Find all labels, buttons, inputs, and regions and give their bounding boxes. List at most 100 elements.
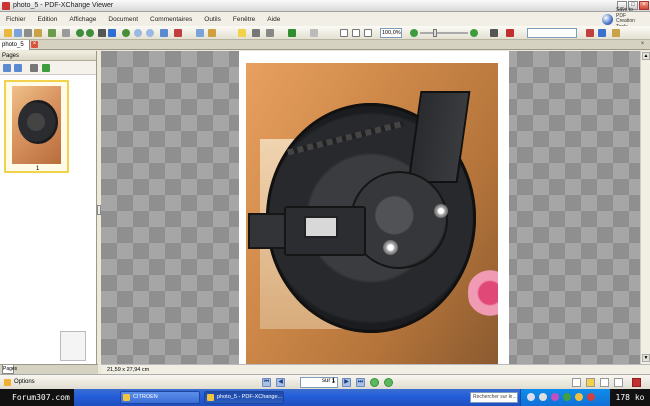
fit-width-icon[interactable]	[352, 29, 360, 37]
scroll-down-icon[interactable]: ▼	[642, 354, 650, 362]
menu-fichier[interactable]: Fichier	[6, 16, 26, 23]
go-forward-button[interactable]	[384, 378, 393, 387]
snapshot-icon[interactable]	[174, 29, 182, 37]
first-page-button[interactable]: ⏮	[262, 378, 271, 387]
thumbnail-motor-shape	[18, 100, 58, 144]
go-back-button[interactable]	[370, 378, 379, 387]
last-page-button[interactable]: ⏭	[356, 378, 365, 387]
thumb-options-icon[interactable]	[30, 64, 38, 72]
status-bar: Options ⏮ ◀ 1 sur 1 ▶ ⏭	[0, 374, 650, 389]
thumb-zoom-out-icon[interactable]	[14, 64, 22, 72]
menu-outils[interactable]: Outils	[204, 16, 221, 23]
options-button[interactable]: Options	[4, 377, 35, 388]
fit-page-icon[interactable]	[340, 29, 348, 37]
page-thumbnail[interactable]: 1	[4, 80, 69, 173]
taskbar-item-pdf-viewer[interactable]: photo_5 - PDF-XChange...	[204, 391, 284, 404]
tab-photo-5[interactable]: photo_5	[0, 40, 30, 50]
search-options-icon[interactable]	[598, 29, 606, 37]
taskbar-search-input[interactable]: Rechercher sur le...	[470, 392, 518, 403]
find-icon[interactable]	[586, 29, 594, 37]
security-icon[interactable]	[587, 393, 595, 401]
text-box-icon[interactable]	[252, 29, 260, 37]
taskbar-item-citroen[interactable]: CITROEN	[120, 391, 200, 404]
continuous-view-icon[interactable]	[586, 378, 595, 387]
save-icon[interactable]	[14, 29, 22, 37]
zoom-dropdown-icon[interactable]	[310, 29, 318, 37]
update-icon[interactable]	[575, 393, 583, 401]
pane-tabs: Pages	[0, 364, 98, 374]
menu-edition[interactable]: Edition	[38, 16, 58, 23]
zoom-slider-handle[interactable]	[433, 29, 438, 37]
menu-aide[interactable]: Aide	[267, 16, 280, 23]
close-document-icon[interactable]: ×	[639, 41, 646, 48]
back-icon[interactable]	[76, 29, 84, 37]
document-icon	[60, 331, 86, 361]
measure-icon[interactable]	[490, 29, 498, 37]
thumb-zoom-in-icon[interactable]	[3, 64, 11, 72]
photo-flower	[468, 263, 498, 323]
pane-tab-pages[interactable]: Pages	[2, 365, 17, 374]
zoom-out-icon[interactable]	[410, 29, 418, 37]
select-tool-icon[interactable]	[108, 29, 116, 37]
tray-clock: 178 ko	[610, 389, 650, 406]
menu-commentaires[interactable]: Commentaires	[150, 16, 192, 23]
typewriter-icon[interactable]	[196, 29, 204, 37]
globe-icon	[602, 13, 613, 25]
menu-fenetre[interactable]: Fenêtre	[233, 16, 255, 23]
previous-page-icon[interactable]	[134, 29, 142, 37]
scroll-up-icon[interactable]: ▲	[642, 52, 650, 60]
zoom-slider-track[interactable]	[420, 32, 468, 34]
photo-socket	[304, 216, 338, 238]
comment-icon[interactable]	[208, 29, 216, 37]
help-icon[interactable]	[612, 29, 620, 37]
photo-screw-right	[434, 204, 448, 218]
facing-continuous-view-icon[interactable]	[614, 378, 623, 387]
page-thumbnail-label: 1	[36, 166, 40, 172]
actual-size-icon[interactable]	[364, 29, 372, 37]
email-icon[interactable]	[34, 29, 42, 37]
window-title: photo_5 - PDF-XChange Viewer	[13, 2, 114, 9]
search-input[interactable]	[527, 28, 577, 38]
network-icon[interactable]	[527, 393, 535, 401]
zoom-input[interactable]: 100,0%	[380, 28, 402, 38]
menu-document[interactable]: Document	[108, 16, 138, 23]
print-icon[interactable]	[24, 29, 32, 37]
next-page-button[interactable]: ▶	[342, 378, 351, 387]
pdf-tools-icon[interactable]	[506, 29, 514, 37]
callout-icon[interactable]	[266, 29, 274, 37]
next-page-icon[interactable]	[146, 29, 154, 37]
pdf-logo-icon	[632, 378, 641, 387]
hand-tool-icon[interactable]	[98, 29, 106, 37]
antivirus-icon[interactable]	[563, 393, 571, 401]
page-photo	[246, 63, 498, 364]
properties-icon[interactable]	[62, 29, 70, 37]
page-thumbnail-image	[12, 86, 61, 164]
page-total-label: sur 1	[322, 378, 336, 384]
vertical-scrollbar[interactable]: ▲ ▼	[640, 51, 650, 364]
windows-taskbar: Forum307.com CITROEN photo_5 - PDF-XChan…	[0, 389, 650, 406]
single-page-view-icon[interactable]	[572, 378, 581, 387]
start-button[interactable]: Forum307.com	[0, 389, 74, 406]
document-view[interactable]	[101, 51, 640, 364]
open-icon[interactable]	[4, 29, 12, 37]
first-page-icon[interactable]	[122, 29, 130, 37]
menu-affichage[interactable]: Affichage	[69, 16, 96, 23]
scan-icon[interactable]	[48, 29, 56, 37]
rotate-icon[interactable]	[160, 29, 168, 37]
app-icon	[2, 1, 10, 10]
page-size-readout: 21,59 x 27,94 cm	[101, 364, 650, 374]
facing-view-icon[interactable]	[600, 378, 609, 387]
note-icon[interactable]	[238, 29, 246, 37]
messenger-icon[interactable]	[551, 393, 559, 401]
sponsor-link[interactable]: Save to PDF Creation Tools	[602, 7, 644, 29]
close-tab-icon[interactable]: ×	[31, 41, 38, 48]
previous-page-button[interactable]: ◀	[276, 378, 285, 387]
zoom-in-icon[interactable]	[288, 29, 296, 37]
pages-pane: Pages 1	[0, 51, 97, 374]
title-bar: photo_5 - PDF-XChange Viewer _ □ ×	[0, 0, 650, 12]
forward-icon[interactable]	[86, 29, 94, 37]
volume-icon[interactable]	[539, 393, 547, 401]
pages-pane-toolbar	[0, 61, 96, 75]
thumb-refresh-icon[interactable]	[42, 64, 50, 72]
zoom-plus-icon[interactable]	[470, 29, 478, 37]
